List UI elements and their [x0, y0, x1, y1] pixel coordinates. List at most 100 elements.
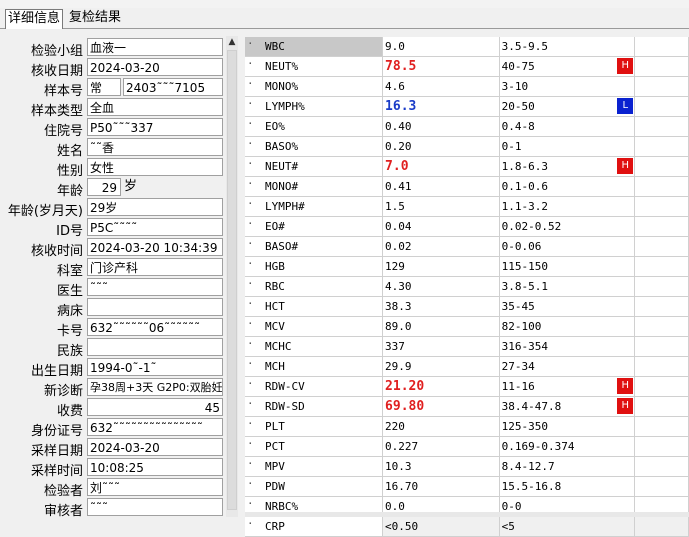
- result-value[interactable]: 16.70: [382, 476, 500, 497]
- result-row[interactable]: MONO%4.6 3-10: [245, 76, 689, 97]
- ethnicity-input[interactable]: [87, 338, 223, 356]
- fee-input[interactable]: 45: [87, 398, 223, 416]
- field-bed: 病床: [0, 298, 226, 319]
- result-value-text: 0.20: [385, 140, 412, 153]
- age-ymd-input[interactable]: 29岁: [87, 198, 223, 216]
- scrollbar-thumb[interactable]: [227, 50, 237, 510]
- tester-input[interactable]: 刘˜˜˜: [87, 478, 223, 496]
- result-row[interactable]: LYMPH#1.5 1.1-3.2: [245, 196, 689, 217]
- result-value[interactable]: 4.6: [382, 76, 500, 97]
- field-label: 审核者: [43, 504, 83, 517]
- new-diagnosis-input[interactable]: 孕38周+3天 G2P0:双胎妊: [87, 378, 223, 396]
- name-input[interactable]: ˜˜香: [87, 138, 223, 156]
- department-input[interactable]: 门诊产科: [87, 258, 223, 276]
- result-row[interactable]: RBC4.30 3.8-5.1: [245, 276, 689, 297]
- field-label: 卡号: [56, 324, 83, 339]
- reference-range-text: 0-0.06: [501, 240, 542, 253]
- result-value[interactable]: 0.02: [382, 236, 500, 257]
- reference-range-text: 20-50: [501, 100, 535, 113]
- result-row[interactable]: EO#0.04 0.02-0.52: [245, 216, 689, 237]
- result-value[interactable]: 38.3: [382, 296, 500, 317]
- result-row[interactable]: PLT220 125-350: [245, 416, 689, 437]
- result-value[interactable]: 1.5: [382, 196, 500, 217]
- sex-input[interactable]: 女性: [87, 158, 223, 176]
- collect-date-input[interactable]: 2024-03-20: [87, 438, 223, 456]
- id-no-input[interactable]: P5C˜˜˜˜: [87, 218, 223, 236]
- result-row[interactable]: MCHC337 316-354: [245, 336, 689, 357]
- result-value[interactable]: 69.80: [382, 396, 500, 417]
- result-row[interactable]: NEUT#7.0 1.8-6.3 H: [245, 156, 689, 177]
- result-extra-cell: [634, 116, 689, 137]
- birth-date-input[interactable]: 1994-0˜-1˜: [87, 358, 223, 376]
- result-value-text: 69.80: [385, 399, 425, 414]
- result-row[interactable]: HGB129 115-150: [245, 256, 689, 277]
- result-value[interactable]: 220: [382, 416, 500, 437]
- sample-type-input[interactable]: 全血: [87, 98, 223, 116]
- result-value[interactable]: 0.20: [382, 136, 500, 157]
- result-row[interactable]: EO%0.40 0.4-8: [245, 116, 689, 137]
- result-row[interactable]: BASO%0.20 0-1: [245, 136, 689, 157]
- result-value[interactable]: 9.0: [382, 37, 500, 57]
- result-code: PDW: [245, 476, 384, 497]
- result-row[interactable]: PCT0.227 0.169-0.374: [245, 436, 689, 457]
- reference-range: 3.5-9.5: [499, 37, 636, 57]
- result-value[interactable]: 0.04: [382, 216, 500, 237]
- field-sample-type: 样本类型 全血: [0, 98, 226, 119]
- reviewer-input[interactable]: ˜˜˜: [87, 498, 223, 516]
- group-input[interactable]: 血液一: [87, 38, 223, 56]
- reference-range-text: 1.8-6.3: [501, 160, 548, 173]
- result-row[interactable]: MONO#0.41 0.1-0.6: [245, 176, 689, 197]
- result-row[interactable]: MCV89.0 82-100: [245, 316, 689, 337]
- result-value[interactable]: 0.227: [382, 436, 500, 457]
- result-row[interactable]: LYMPH%16.3 20-50 L: [245, 96, 689, 117]
- result-row[interactable]: NEUT%78.5 40-75 H: [245, 56, 689, 77]
- result-row[interactable]: RDW-CV21.20 11-16 H: [245, 376, 689, 397]
- result-row[interactable]: MCH29.9 27-34: [245, 356, 689, 377]
- result-value[interactable]: 129: [382, 256, 500, 277]
- result-value[interactable]: 29.9: [382, 356, 500, 377]
- tab-details[interactable]: 详细信息: [5, 9, 64, 29]
- result-value[interactable]: 4.30: [382, 276, 500, 297]
- sample-no-input[interactable]: 2403˜˜˜7105: [123, 78, 223, 96]
- inpatient-no-input[interactable]: P50˜˜˜337: [87, 118, 223, 136]
- receive-date-input[interactable]: 2024-03-20: [87, 58, 223, 76]
- result-value[interactable]: 0.40: [382, 116, 500, 137]
- field-label: 年龄(岁月天): [7, 204, 83, 219]
- result-row[interactable]: PDW16.70 15.5-16.8: [245, 476, 689, 497]
- result-value[interactable]: 78.5: [382, 56, 500, 77]
- result-value[interactable]: 0.41: [382, 176, 500, 197]
- id-card-input[interactable]: 632˜˜˜˜˜˜˜˜˜˜˜˜˜˜˜: [87, 418, 223, 436]
- result-value[interactable]: 21.20: [382, 376, 500, 397]
- result-value[interactable]: 337: [382, 336, 500, 357]
- result-value-text: 0.40: [385, 120, 412, 133]
- doctor-input[interactable]: ˜˜˜: [87, 278, 223, 296]
- result-row[interactable]: RDW-SD69.80 38.4-47.8 H: [245, 396, 689, 417]
- result-row[interactable]: MPV10.3 8.4-12.7: [245, 456, 689, 477]
- result-row[interactable]: CRP<0.50 <5: [245, 516, 689, 537]
- result-value[interactable]: <0.50: [382, 516, 500, 537]
- horizontal-scrollbar[interactable]: [245, 512, 689, 517]
- result-code: MPV: [245, 456, 384, 477]
- tab-recheck-results[interactable]: 复检结果: [67, 9, 123, 27]
- reference-range-text: 115-150: [501, 260, 548, 273]
- receive-time-input[interactable]: 2024-03-20 10:34:39: [87, 238, 223, 256]
- result-value[interactable]: 7.0: [382, 156, 500, 177]
- field-department: 科室 门诊产科: [0, 258, 226, 279]
- reference-range-text: 0.02-0.52: [501, 220, 562, 233]
- result-value[interactable]: 10.3: [382, 456, 500, 477]
- scroll-up-arrow-icon[interactable]: ▲: [227, 36, 237, 48]
- reference-range: 3.8-5.1: [499, 276, 636, 297]
- result-code: HGB: [245, 256, 384, 277]
- collect-time-input[interactable]: 10:08:25: [87, 458, 223, 476]
- sample-type-prefix-input[interactable]: 常: [87, 78, 121, 96]
- result-row[interactable]: BASO#0.02 0-0.06: [245, 236, 689, 257]
- result-value[interactable]: 16.3: [382, 96, 500, 117]
- result-value[interactable]: 89.0: [382, 316, 500, 337]
- reference-range: 1.8-6.3 H: [499, 156, 636, 177]
- bed-input[interactable]: [87, 298, 223, 316]
- age-input[interactable]: 29: [87, 178, 121, 196]
- card-no-input[interactable]: 632˜˜˜˜˜˜06˜˜˜˜˜˜: [87, 318, 223, 336]
- result-row[interactable]: HCT38.3 35-45: [245, 296, 689, 317]
- result-row[interactable]: WBC9.0 3.5-9.5: [245, 37, 689, 57]
- info-panel-scrollbar[interactable]: ▲: [226, 36, 238, 517]
